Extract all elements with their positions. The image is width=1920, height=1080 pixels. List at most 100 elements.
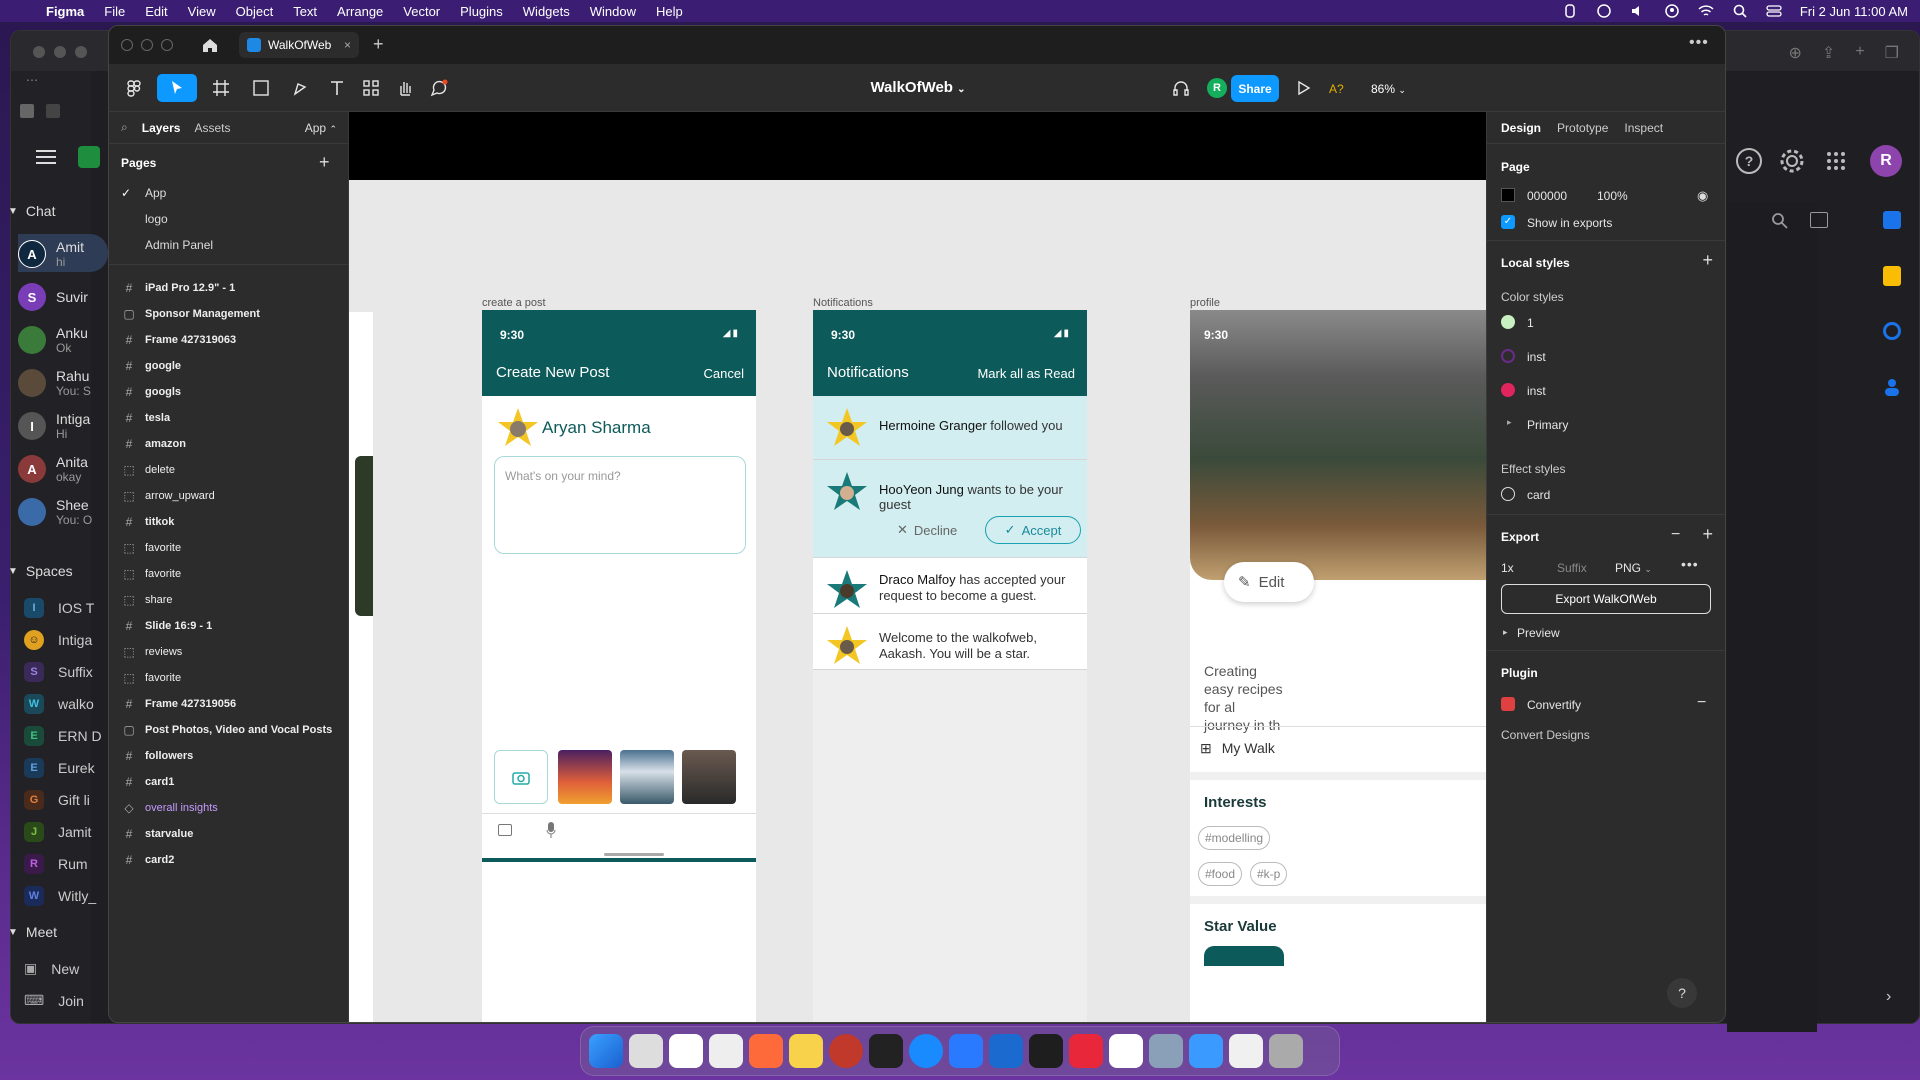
canvas[interactable]: create a post 9:30 ◢▮ Create New Post Ca…: [349, 112, 1486, 1022]
layer-item[interactable]: # amazon: [109, 431, 349, 457]
menu-text[interactable]: Text: [293, 4, 317, 19]
tabs-icon[interactable]: ❐: [1885, 43, 1899, 63]
space-row[interactable]: E Eurek: [24, 758, 95, 778]
anydesk-icon[interactable]: [1069, 1034, 1103, 1068]
export-button[interactable]: Export WalkOfWeb: [1501, 584, 1711, 614]
layer-item[interactable]: # followers: [109, 743, 349, 769]
export-suffix-input[interactable]: Suffix: [1557, 561, 1587, 575]
meet-new-button[interactable]: ▣ New: [24, 960, 79, 977]
space-row[interactable]: ☺ Intiga: [24, 630, 92, 650]
file-tab[interactable]: WalkOfWeb ×: [239, 32, 359, 58]
layer-item[interactable]: # googls: [109, 379, 349, 405]
chat-row-shee[interactable]: Shee You: O: [18, 497, 92, 527]
chevron-right-icon[interactable]: ▸: [1507, 417, 1512, 428]
bg-tab-icon[interactable]: [20, 104, 34, 118]
safari-icon[interactable]: [909, 1034, 943, 1068]
mountain-thumbnail[interactable]: [620, 750, 674, 804]
layer-item[interactable]: # starvalue: [109, 821, 349, 847]
bg-tab-icon-2[interactable]: [46, 104, 60, 118]
create-post-frame[interactable]: 9:30 ◢▮ Create New Post Cancel Aryan Sha…: [482, 310, 756, 1022]
layer-item[interactable]: ⬚ favorite: [109, 561, 349, 587]
export-preview-toggle[interactable]: Preview: [1517, 626, 1560, 640]
document-icon[interactable]: [1229, 1034, 1263, 1068]
microphone-icon[interactable]: [546, 822, 556, 838]
space-row[interactable]: G Gift li: [24, 790, 90, 810]
my-walk-link[interactable]: ⊞ My Walk: [1200, 740, 1275, 757]
menu-window[interactable]: Window: [590, 4, 636, 19]
notification-item[interactable]: Welcome to the walkofweb, Aakash. You wi…: [813, 614, 1087, 670]
plugin-name[interactable]: Convertify: [1527, 698, 1581, 712]
menu-help[interactable]: Help: [656, 4, 683, 19]
textedit-icon[interactable]: [709, 1034, 743, 1068]
remove-export-button[interactable]: −: [1671, 526, 1680, 544]
notification-item[interactable]: Hermoine Granger followed you: [813, 396, 1087, 460]
layer-item[interactable]: # iPad Pro 12.9" - 1: [109, 275, 349, 301]
mark-all-read-button[interactable]: Mark all as Read: [977, 366, 1075, 381]
plugin-action[interactable]: Convert Designs: [1501, 728, 1590, 742]
page-selector[interactable]: App ⌃: [305, 121, 337, 135]
account-avatar[interactable]: R: [1870, 145, 1902, 177]
profile-frame[interactable]: 9:30 ✎ Edit Creating easy recipes for al …: [1190, 310, 1486, 1022]
clock[interactable]: Fri 2 Jun 11:00 AM: [1800, 4, 1908, 19]
chat-row-anku[interactable]: Anku Ok: [18, 325, 88, 355]
interest-tag[interactable]: #k-p: [1250, 862, 1288, 886]
help-icon[interactable]: ?: [1736, 148, 1762, 174]
cancel-button[interactable]: Cancel: [704, 366, 744, 381]
color-style-name[interactable]: inst: [1527, 384, 1546, 398]
layer-item[interactable]: # tesla: [109, 405, 349, 431]
space-row[interactable]: S Suffix: [24, 662, 93, 682]
figma-app-icon[interactable]: [1029, 1034, 1063, 1068]
effect-style-name[interactable]: card: [1527, 488, 1550, 502]
chat-row-rahu[interactable]: Rahu You: S: [18, 368, 91, 398]
collaborator-avatar[interactable]: R: [1207, 78, 1227, 98]
page-color-swatch[interactable]: [1501, 188, 1515, 202]
shape-tool-icon[interactable]: [245, 74, 277, 102]
color-style-swatch[interactable]: [1501, 349, 1515, 363]
layer-item[interactable]: ⬚ delete: [109, 457, 349, 483]
swift-playgrounds-icon[interactable]: [749, 1034, 783, 1068]
search-icon[interactable]: ⌕: [121, 120, 128, 135]
minimize-window-button[interactable]: [141, 39, 153, 51]
help-button[interactable]: ?: [1667, 978, 1697, 1008]
search-icon[interactable]: [1771, 212, 1789, 230]
folder-icon[interactable]: [1189, 1034, 1223, 1068]
hand-tool-icon[interactable]: [393, 74, 417, 102]
chat-row-amit[interactable]: A Amit hi: [18, 239, 84, 269]
frame-tool-icon[interactable]: [205, 74, 237, 102]
share-icon[interactable]: ⇪: [1822, 43, 1835, 63]
search-icon[interactable]: [1732, 4, 1748, 18]
space-row[interactable]: Wwalko: [24, 694, 94, 714]
layer-item[interactable]: ⬚ favorite: [109, 665, 349, 691]
apple-icon[interactable]: [12, 3, 28, 19]
layer-item[interactable]: ⬚ arrow_upward: [109, 483, 349, 509]
add-page-button[interactable]: +: [319, 152, 330, 173]
frame-label-create-post[interactable]: create a post: [482, 297, 546, 309]
pen-tool-icon[interactable]: [285, 74, 317, 102]
figma-status-icon[interactable]: [1562, 4, 1578, 18]
layer-item[interactable]: # card2: [109, 847, 349, 873]
menu-edit[interactable]: Edit: [145, 4, 167, 19]
dropbox-icon[interactable]: [1109, 1034, 1143, 1068]
meet-section-header[interactable]: ▼ Meet: [8, 924, 57, 940]
new-tab-icon[interactable]: +: [373, 34, 384, 55]
menu-widgets[interactable]: Widgets: [523, 4, 570, 19]
tab-prototype[interactable]: Prototype: [1557, 121, 1608, 135]
layer-item[interactable]: ⬚ favorite: [109, 535, 349, 561]
calendar-app-icon[interactable]: [669, 1034, 703, 1068]
chevron-right-icon[interactable]: ▸: [1503, 627, 1508, 638]
zoom-level[interactable]: 86% ⌄: [1371, 82, 1406, 96]
color-style-swatch[interactable]: [1501, 315, 1515, 329]
terminal-icon[interactable]: [869, 1034, 903, 1068]
close-tab-icon[interactable]: ×: [344, 38, 351, 52]
user-status-icon[interactable]: [1664, 4, 1680, 18]
tab-inspect[interactable]: Inspect: [1624, 121, 1663, 135]
person-thumbnail[interactable]: [682, 750, 736, 804]
camera-button[interactable]: [494, 750, 548, 804]
help-status-icon[interactable]: [1596, 4, 1612, 18]
space-row[interactable]: I IOS T: [24, 598, 94, 618]
page-color-value[interactable]: 000000: [1527, 189, 1567, 203]
layer-item[interactable]: # card1: [109, 769, 349, 795]
effect-style-icon[interactable]: [1501, 487, 1515, 501]
launchpad-icon[interactable]: [629, 1034, 663, 1068]
menu-view[interactable]: View: [188, 4, 216, 19]
